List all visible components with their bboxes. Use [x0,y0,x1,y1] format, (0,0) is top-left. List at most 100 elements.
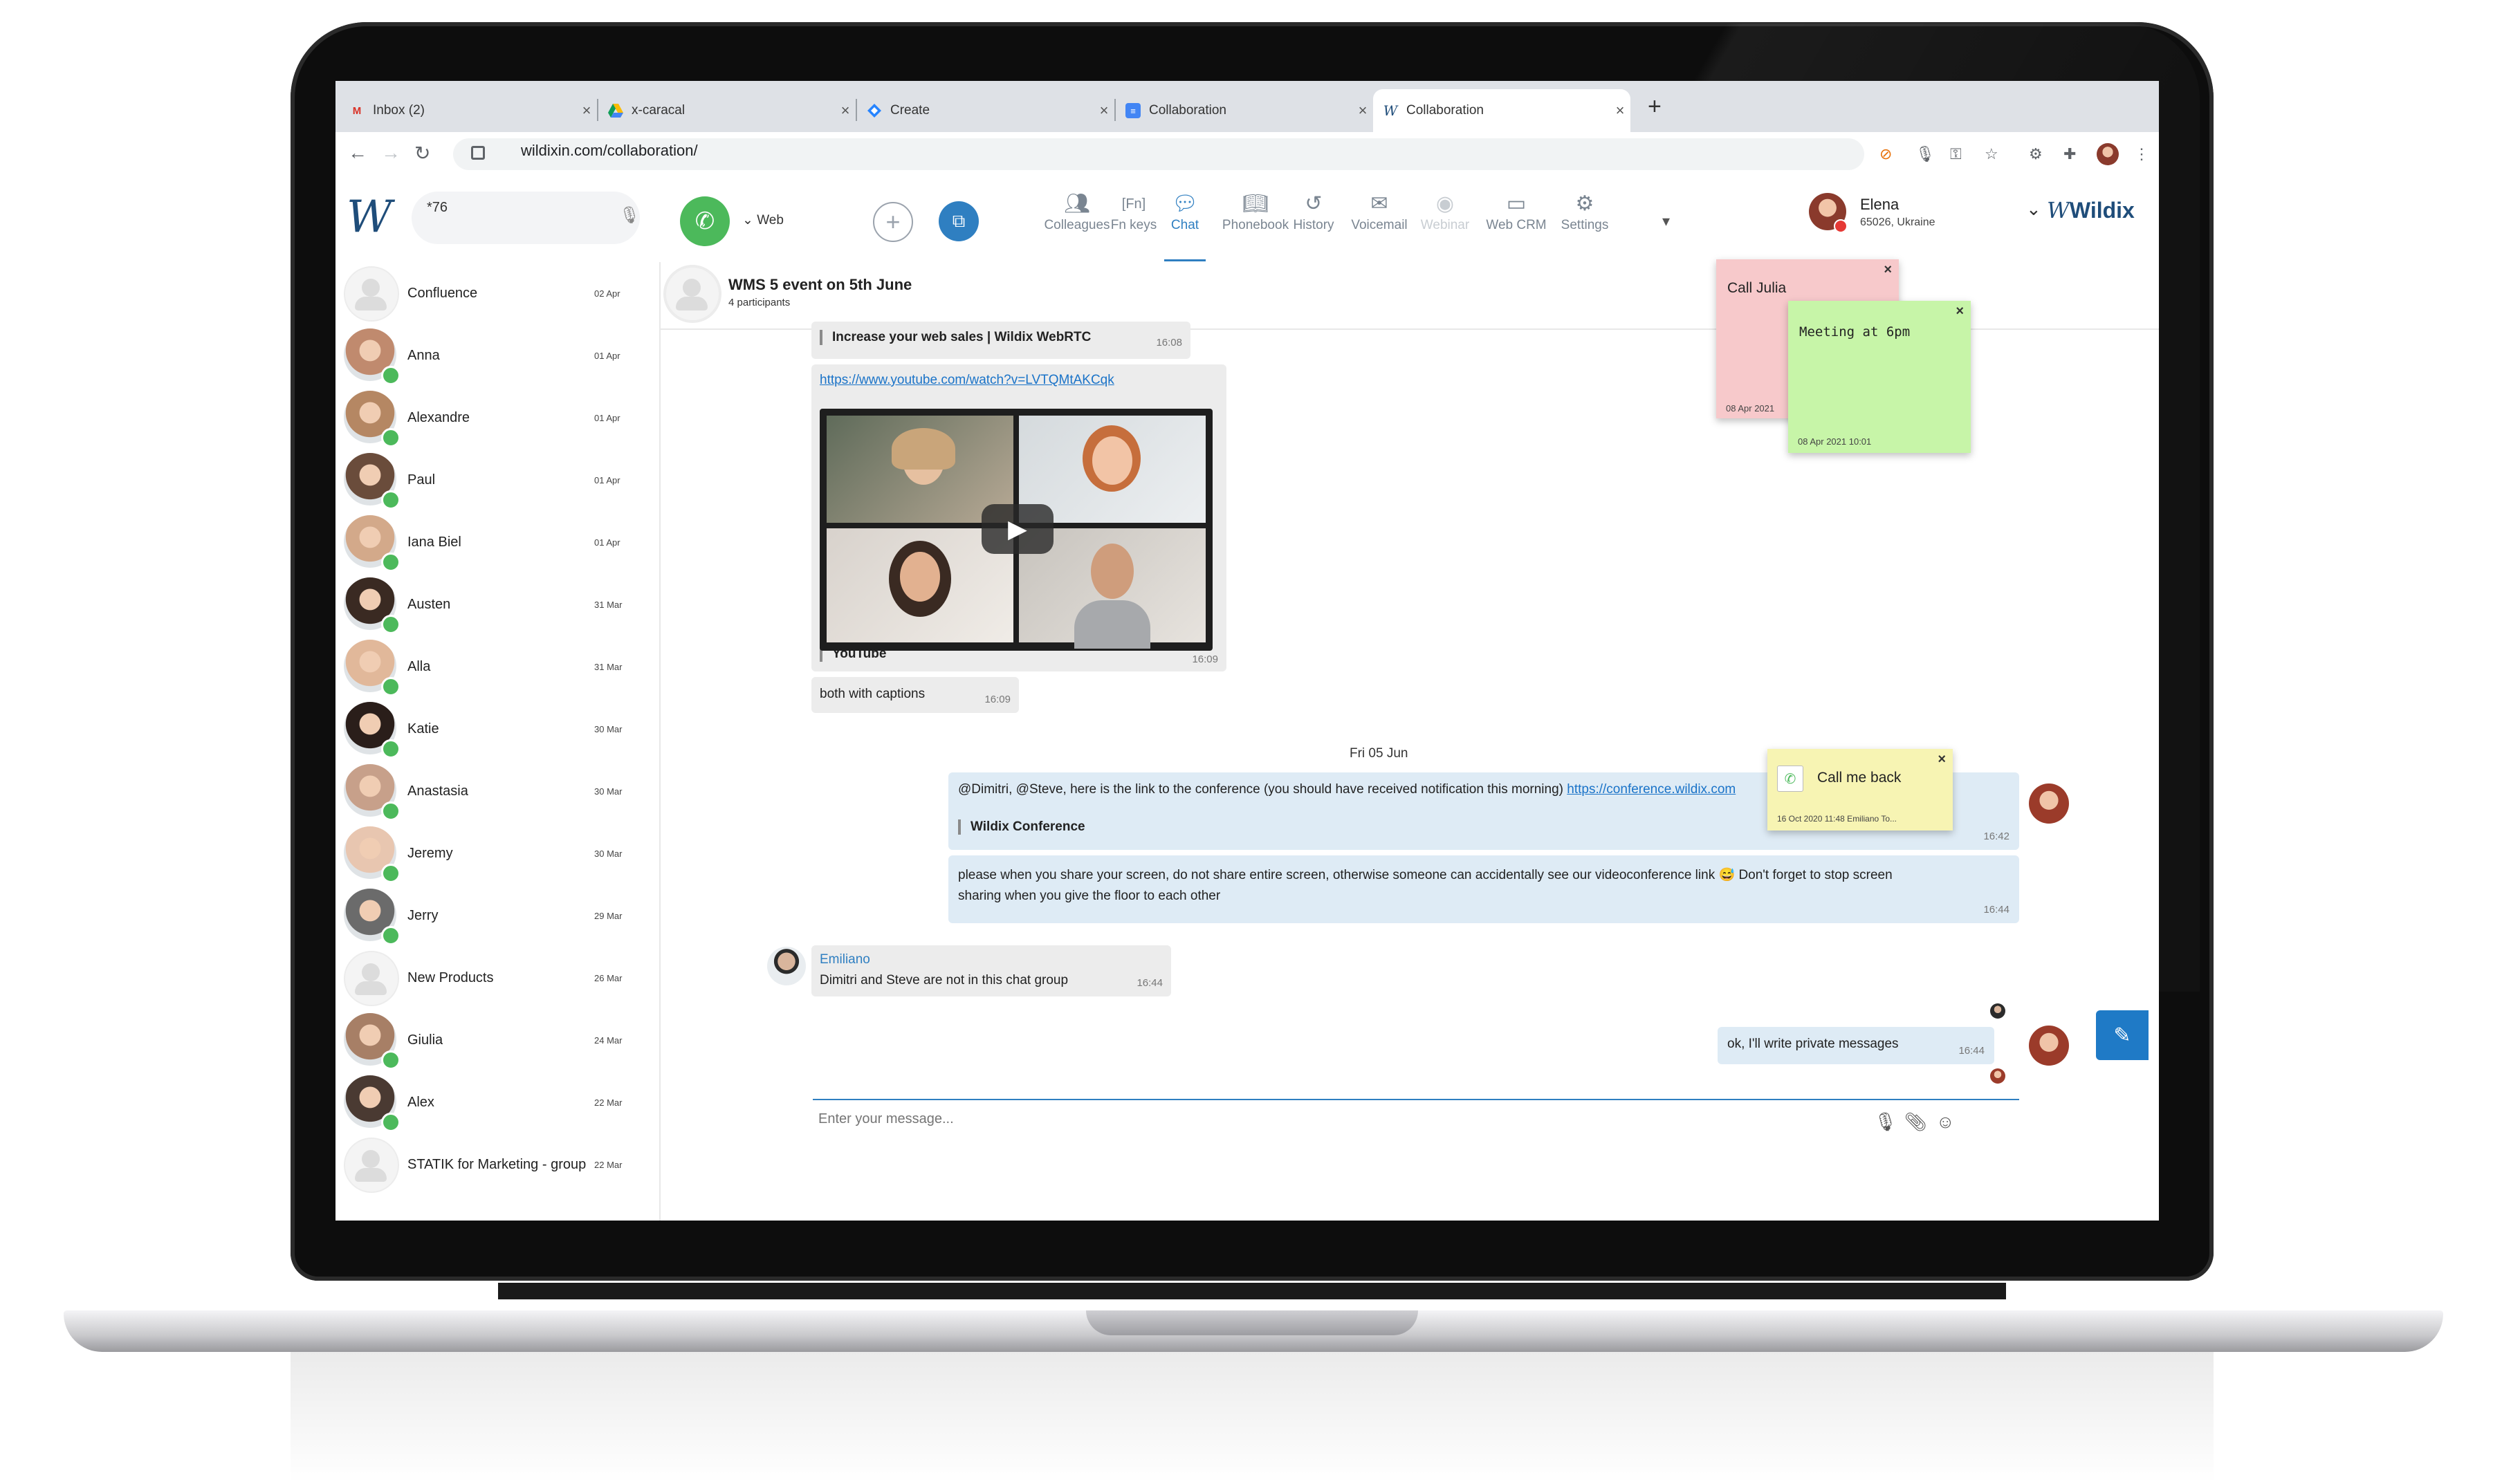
contact-item[interactable]: Anastasia 30 Mar [335,760,659,822]
chat-title: WMS 5 event on 5th June [728,276,912,293]
contact-name: Katie [407,721,439,736]
message-text: please when you share your screen, do no… [958,868,1715,882]
message-text-block: please when you share your screen, do no… [958,865,1926,907]
url-text[interactable]: wildixin.com/collaboration/ [521,142,698,160]
contact-item[interactable]: Jeremy 30 Mar [335,822,659,884]
message-text: ok, I'll write private messages [1727,1037,1899,1051]
contact-date: 30 Mar [594,724,623,734]
contact-item[interactable]: Alex 22 Mar [335,1071,659,1133]
contact-item[interactable]: New Products 26 Mar [335,947,659,1009]
phone-icon[interactable]: ✆ [1777,766,1803,792]
message-sender[interactable]: Emiliano [820,952,870,967]
extensions-puzzle-icon[interactable]: ✚ [2063,145,2076,163]
emoji-icon[interactable]: ☺ [1936,1111,1955,1133]
close-icon[interactable]: × [1884,262,1892,278]
call-button[interactable]: ✆ [680,196,730,246]
nav-web-crm[interactable]: ▭ Web CRM [1478,190,1554,233]
close-icon[interactable]: × [1352,102,1373,120]
contact-item[interactable]: Jerry 29 Mar [335,884,659,947]
bookmark-star-icon[interactable]: ☆ [1985,145,1998,163]
read-receipt-avatar [1990,1068,2005,1084]
webinar-icon: ◉ [1435,192,1455,215]
docs-icon: ≡ [1125,103,1141,118]
chat-participants[interactable]: 4 participants [728,297,790,308]
browser-tab-collaboration-active[interactable]: W Collaboration × [1373,89,1630,132]
dial-value[interactable]: *76 [427,200,448,216]
blocked-icon[interactable]: ⊘ [1879,145,1892,163]
nav-voicemail[interactable]: ✉︎ Voicemail [1341,190,1417,233]
contact-item[interactable]: Paul 01 Apr [335,449,659,511]
more-nav-dropdown[interactable]: ▾ [1662,212,1670,230]
contact-item[interactable]: Austen 31 Mar [335,573,659,636]
contact-name: Giulia [407,1032,443,1048]
key-icon[interactable]: ⚿ [1950,145,1962,163]
close-icon[interactable]: × [1610,102,1630,120]
nav-history[interactable]: ↺ History [1279,190,1348,233]
contact-date: 22 Mar [594,1097,623,1108]
sticky-note-fab[interactable]: ✎ [2096,1010,2149,1060]
attachment-icon[interactable]: 📎︎ [1904,1111,1927,1133]
sticky-note-meeting[interactable]: Meeting at 6pm × 08 Apr 2021 10:01 [1788,301,1971,453]
device-dropdown[interactable]: ⌄ Web [742,212,784,228]
browser-tab-collaboration-doc[interactable]: ≡ Collaboration × [1116,89,1373,132]
tab-label: Inbox (2) [373,103,425,118]
browser-tab-create[interactable]: Create × [857,89,1114,132]
contact-item[interactable]: Alexandre 01 Apr [335,387,659,449]
online-status-dot [381,366,401,385]
screen-share-button[interactable]: ⧉ [939,201,979,241]
microphone-icon[interactable]: 🎙︎ [1874,1111,1897,1133]
browser-menu-icon[interactable]: ⋮ [2134,145,2149,163]
close-icon[interactable]: × [835,102,856,120]
close-icon[interactable]: × [576,102,597,120]
contact-item[interactable]: Katie 30 Mar [335,698,659,760]
play-icon[interactable]: ▶ [982,504,1054,554]
nav-settings[interactable]: ⚙ Settings [1550,190,1619,233]
sender-avatar [2029,1026,2069,1066]
online-status-dot [381,926,401,945]
browser-tab-x-caracal[interactable]: x-caracal × [598,89,856,132]
nav-webinar[interactable]: ◉ Webinar [1410,190,1480,233]
active-tab-indicator [1164,259,1206,261]
wildix-w-mark: W [2047,197,2070,223]
message-time: 16:09 [984,694,1011,705]
chevron-down-icon[interactable]: ⌄ [2026,198,2041,220]
add-button[interactable]: + [873,202,913,242]
contact-item[interactable]: Iana Biel 01 Apr [335,511,659,573]
contact-item[interactable]: Alla 31 Mar [335,636,659,698]
video-body [1074,600,1150,649]
new-tab-button[interactable]: + [1648,93,1662,120]
link-preview-title[interactable]: Increase your web sales | Wildix WebRTC [820,330,1091,345]
contact-item[interactable]: Anna 01 Apr [335,324,659,387]
nav-label: Settings [1561,218,1609,232]
link-preview-title[interactable]: Wildix Conference [958,819,1085,835]
message-bubble-outgoing: please when you share your screen, do no… [948,855,2019,923]
microphone-icon[interactable]: 🎙︎ [1915,145,1935,163]
settings-icon: ⚙ [1575,192,1594,215]
forward-icon[interactable]: → [381,142,401,164]
contact-item[interactable]: Confluence 02 Apr [335,262,659,324]
web-crm-icon: ▭ [1506,192,1527,215]
contact-item[interactable]: STATIK for Marketing - group 22 Mar [335,1133,659,1196]
profile-avatar[interactable] [2097,143,2119,165]
nav-chat[interactable]: 💬︎ Chat [1157,190,1213,233]
reload-icon[interactable]: ↻ [414,142,430,165]
microphone-icon[interactable]: 🎙︎ [619,205,640,225]
youtube-link[interactable]: https://www.youtube.com/watch?v=LVTQMtAK… [820,373,1114,388]
conference-link[interactable]: https://conference.wildix.com [1567,782,1736,797]
contact-item[interactable]: Giulia 24 Mar [335,1009,659,1071]
close-icon[interactable]: × [1956,304,1964,319]
note-star-icon: ✎ [2113,1023,2131,1047]
contact-name: Anna [407,348,440,363]
tab-label: Collaboration [1149,103,1226,118]
online-status-dot [381,677,401,696]
contact-name: STATIK for Marketing - group [407,1157,587,1172]
sticky-note-call-back[interactable]: ✆ Call me back × 16 Oct 2020 11:48 Emili… [1767,749,1953,831]
contact-name: Iana Biel [407,535,461,550]
close-icon[interactable]: × [1938,752,1946,768]
back-icon[interactable]: ← [348,142,367,164]
extension-gear-icon[interactable]: ⚙ [2029,145,2043,163]
message-input[interactable] [817,1104,1788,1133]
contact-name: Jeremy [407,846,453,861]
close-icon[interactable]: × [1094,102,1114,120]
browser-tab-inbox[interactable]: M Inbox (2) × [340,89,597,132]
